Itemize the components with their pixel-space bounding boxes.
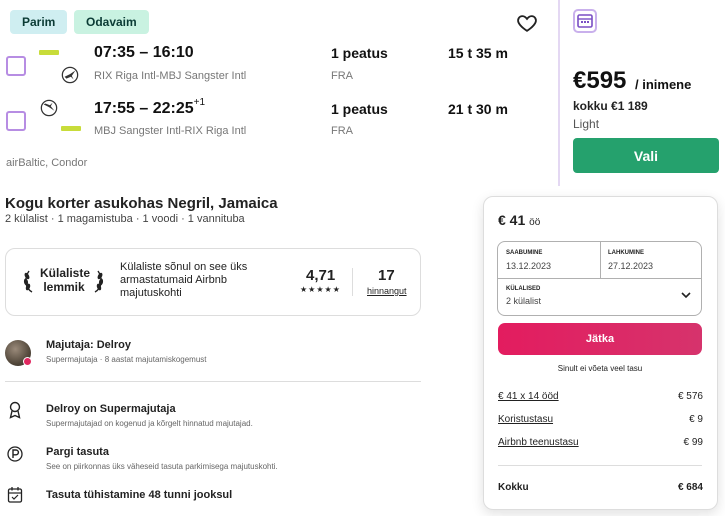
leg-2-duration: 21 t 30 m [448,101,508,117]
checkin-label: SAABUMINE [506,250,543,256]
airbaltic-logo [61,126,81,131]
condor-logo-icon [61,66,79,84]
price-divider [558,0,560,186]
superhost-badge-icon [23,357,32,366]
leg-1-time: 07:35 – 16:10 [94,44,194,61]
feature-parking-title: Pargi tasuta [46,446,109,458]
leg-2-stops: 1 peatus [331,101,388,117]
guest-favorite-text: Külaliste sõnul on see üks armastatumaid… [120,261,248,299]
leg-1-route: RIX Riga Intl-MBJ Sangster Intl [94,70,247,82]
select-flight-button[interactable]: Vali [573,138,719,173]
reviews-link[interactable]: hinnangut [367,286,407,296]
dates-divider [600,241,601,279]
chevron-down-icon[interactable] [681,291,691,299]
tag-cheapest: Odavaim [74,10,149,34]
service-fee-value: € 99 [683,437,703,448]
listing-summary: 2 külalist · 1 magamistuba · 1 voodi · 1… [5,213,245,225]
total-divider [498,465,702,466]
total-label: Kokku [498,482,529,493]
nightly-breakdown-link[interactable]: € 41 x 14 ööd [498,391,559,402]
calendar-grid-icon [577,14,593,28]
checkin-value[interactable]: 13.12.2023 [506,261,551,271]
flight-total: kokku €1 189 [573,99,648,113]
service-fee-link[interactable]: Airbnb teenustasu [498,437,579,448]
carriers-text: airBaltic, Condor [6,157,88,169]
condor-logo-icon [40,99,58,117]
guests-label: KÜLALISED [506,286,541,292]
laurel-right-icon [94,270,104,293]
section-divider [5,381,421,382]
calendar-icon [7,487,23,503]
calendar-button[interactable] [573,9,597,33]
host-title: Majutaja: Delroy [46,339,131,351]
leg-2-checkbox[interactable] [6,111,26,131]
leg-2-route: MBJ Sangster Intl-RIX Riga Intl [94,125,247,137]
cleaning-fee-value: € 9 [689,414,703,425]
leg-1-stops: 1 peatus [331,45,388,61]
fare-class: Light [573,117,600,131]
flight-price: €595 [573,67,627,94]
guest-favorite-title: Külaliste lemmik [40,266,91,294]
page: Parim Odavaim 07:35 – 16:10 RIX Riga Int… [0,0,725,516]
checkout-value[interactable]: 27.12.2023 [608,261,653,271]
price-per-person: / inimene [635,77,692,92]
parking-icon [7,446,23,462]
medal-icon [9,401,21,419]
airbaltic-logo [39,50,59,55]
nightly-price: € 41 öö [498,212,541,228]
continue-button[interactable]: Jätka [498,323,702,355]
guests-value: 2 külalist [506,296,542,306]
rating-stars: ★★★★★ [300,285,341,294]
rating-divider [352,268,353,296]
favorite-heart-icon[interactable] [516,12,538,34]
checkout-label: LAHKUMINE [608,250,644,256]
leg-2-stop-code: FRA [331,125,353,137]
reviews-count[interactable]: 17 [378,267,395,284]
feature-cancellation-title: Tasuta tühistamine 48 tunni jooksul [46,489,233,501]
leg-1-duration: 15 t 35 m [448,45,508,61]
feature-parking-subtitle: See on piirkonnas üks väheseid tasuta pa… [46,462,278,471]
feature-superhost-subtitle: Supermajutajad on kogenud ja kõrgelt hin… [46,419,253,428]
leg-1-stop-code: FRA [331,70,353,82]
leg-1-checkbox[interactable] [6,56,26,76]
leg-2-time: 17:55 – 22:25+1 [94,97,206,117]
tag-best: Parim [10,10,68,34]
host-subtitle: Supermajutaja · 8 aastat majutamiskogemu… [46,355,207,364]
listing-title: Kogu korter asukohas Negril, Jamaica [5,195,278,212]
no-charge-note: Sinult ei võeta veel tasu [557,364,643,373]
laurel-left-icon [23,270,33,293]
feature-superhost-title: Delroy on Supermajutaja [46,403,176,415]
leg-2-plus-days: +1 [193,97,206,108]
nightly-breakdown-value: € 576 [677,391,703,402]
cleaning-fee-link[interactable]: Koristustasu [498,414,553,425]
total-value: € 684 [677,482,703,493]
rating-value: 4,71 [306,267,336,284]
